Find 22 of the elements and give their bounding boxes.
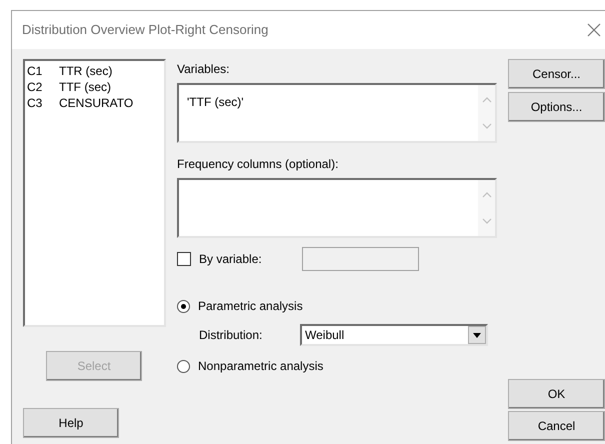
radio-button[interactable] bbox=[177, 300, 190, 312]
close-icon[interactable] bbox=[587, 23, 601, 37]
distribution-dropdown[interactable]: Weibull bbox=[300, 324, 488, 346]
options-button[interactable]: Options... bbox=[508, 92, 605, 122]
cancel-button[interactable]: Cancel bbox=[508, 411, 605, 441]
column-item[interactable]: C3 CENSURATO bbox=[27, 95, 162, 111]
column-item[interactable]: C2 TTF (sec) bbox=[27, 79, 162, 95]
checkbox-label: By variable: bbox=[199, 251, 263, 268]
window-title: Distribution Overview Plot-Right Censoring bbox=[22, 21, 268, 40]
field-label: Variables: bbox=[177, 61, 230, 78]
field-label: Frequency columns (optional): bbox=[177, 156, 340, 173]
help-button[interactable]: Help bbox=[23, 408, 119, 438]
radio-label: Parametric analysis bbox=[198, 298, 303, 315]
column-list[interactable]: C1 TTR (sec) C2 TTF (sec) C3 CENSURATO bbox=[23, 59, 166, 327]
by-variable-field[interactable] bbox=[302, 247, 419, 271]
censor-button[interactable]: Censor... bbox=[508, 59, 605, 89]
column-item[interactable]: C1 TTR (sec) bbox=[27, 63, 162, 79]
radio-button[interactable] bbox=[177, 360, 190, 372]
radio-label: Nonparametric analysis bbox=[198, 358, 324, 375]
field-label: Distribution: bbox=[199, 327, 264, 344]
checkbox[interactable] bbox=[177, 252, 191, 266]
ok-button[interactable]: OK bbox=[508, 379, 605, 409]
